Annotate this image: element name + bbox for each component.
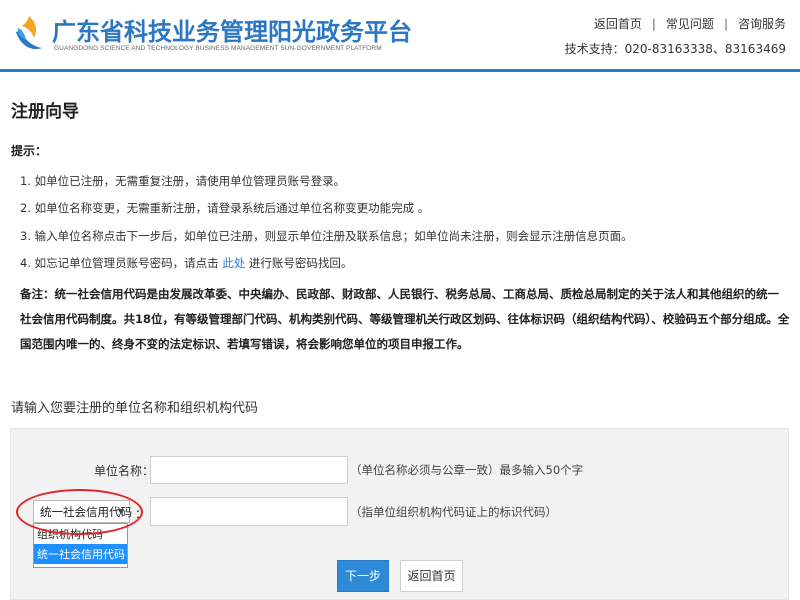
back-home-button[interactable]: 返回首页 xyxy=(400,560,463,592)
tech-support: 技术支持：020-83163338、83163469 xyxy=(564,42,786,56)
note-text: 备注：统一社会信用代码是由发展改革委、中央编办、民政部、财政部、人民银行、税务总… xyxy=(20,287,790,351)
hint-item: 1. 如单位已注册，无需重复注册，请使用单位管理员账号登录。 xyxy=(20,174,346,188)
page-title: 注册向导 xyxy=(11,102,79,122)
hint-item-forgot-password: 4. 如忘记单位管理员账号密码，请点击 此处 进行账号密码找回。 xyxy=(20,255,352,271)
platform-title: 广东省科技业务管理阳光政务平台 xyxy=(52,18,412,46)
link-separator: | xyxy=(723,17,728,31)
link-home[interactable]: 返回首页 xyxy=(594,17,642,31)
dropdown-option-credit-code[interactable]: 统一社会信用代码 xyxy=(34,544,127,564)
hint-item: 3. 输入单位名称点击下一步后，如单位已注册，则显示单位注册及联系信息；如单位尚… xyxy=(20,229,633,243)
top-links: 返回首页 | 常见问题 | 咨询服务 xyxy=(594,15,786,32)
platform-subtitle: GUANGDONG SCIENCE AND TECHNOLOGY BUSINES… xyxy=(54,45,382,52)
platform-logo-icon xyxy=(16,16,42,50)
code-hint: （指单位组织机构代码证上的标识代码） xyxy=(350,505,557,519)
link-faq[interactable]: 常见问题 xyxy=(666,17,714,31)
link-separator: | xyxy=(651,17,656,31)
code-input[interactable] xyxy=(150,497,348,526)
site-header: 广东省科技业务管理阳光政务平台 GUANGDONG SCIENCE AND TE… xyxy=(0,0,800,72)
hint-title: 提示： xyxy=(11,144,48,158)
unit-name-hint: （单位名称必须与公章一致）最多输入50个字 xyxy=(350,463,584,477)
next-button[interactable]: 下一步 xyxy=(337,560,389,592)
highlight-circle xyxy=(16,489,143,535)
hint-item: 2. 如单位名称变更，无需重新注册，请登录系统后通过单位名称变更功能完成 。 xyxy=(20,201,430,215)
hint-text: 进行账号密码找回。 xyxy=(245,256,353,270)
unit-name-label: 单位名称： xyxy=(94,464,155,478)
link-consult[interactable]: 咨询服务 xyxy=(738,17,786,31)
form-section-title: 请输入您要注册的单位名称和组织机构代码 xyxy=(11,401,259,416)
unit-name-input[interactable] xyxy=(150,456,348,484)
hint-text: 4. 如忘记单位管理员账号密码，请点击 xyxy=(20,256,223,270)
recover-account-link[interactable]: 此处 xyxy=(222,256,245,270)
